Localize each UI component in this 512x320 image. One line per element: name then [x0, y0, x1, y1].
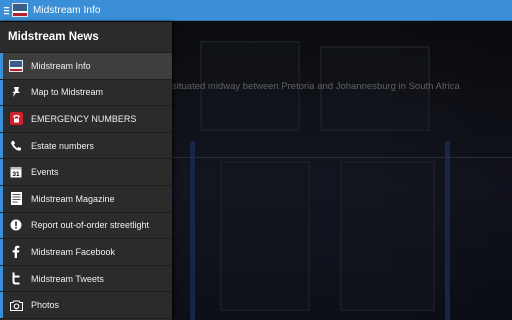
menu-item-label: Midstream Magazine [31, 193, 115, 204]
menu-item-label: Photos [31, 300, 60, 311]
menu-item-label: Midstream Tweets [31, 273, 104, 284]
app-title: Midstream Info [33, 4, 101, 16]
app-logo-icon[interactable] [12, 3, 28, 17]
menu-item-magazine[interactable]: Midstream Magazine [0, 185, 172, 213]
camera-icon [9, 298, 23, 312]
phone-handset-icon [9, 139, 23, 153]
menu-item-label: Report out-of-order streetlight [31, 220, 150, 231]
calendar-icon: 31 [9, 165, 23, 179]
menu-item-events[interactable]: 31 Events [0, 159, 172, 186]
menu-item-midstream-info[interactable]: Midstream Info [0, 53, 172, 80]
menu-item-label: EMERGENCY NUMBERS [31, 113, 137, 124]
warning-icon [9, 218, 23, 232]
menu-item-map[interactable]: Map to Midstream [0, 79, 172, 107]
emergency-phone-icon [9, 112, 23, 126]
drawer-toggle-icon[interactable] [1, 0, 11, 21]
drawer-menu: Midstream Info Map to Midstream EMERGENC… [0, 53, 172, 319]
background-photo [140, 21, 512, 320]
navigation-drawer: Midstream News Midstream Info Map to Mid… [0, 22, 172, 320]
twitter-icon [9, 272, 23, 286]
menu-item-label: Midstream Info [31, 60, 91, 71]
map-pin-icon [9, 85, 23, 99]
menu-item-facebook[interactable]: Midstream Facebook [0, 239, 172, 266]
action-bar: Midstream Info [0, 0, 512, 21]
content-description: situated midway between Pretoria and Joh… [172, 81, 460, 92]
menu-item-label: Events [31, 167, 59, 178]
menu-item-label: Midstream Facebook [31, 246, 116, 257]
content-divider [172, 157, 512, 158]
menu-item-estate-numbers[interactable]: Estate numbers [0, 132, 172, 160]
drawer-header: Midstream News [0, 22, 172, 53]
magazine-icon [9, 192, 23, 206]
facebook-icon [9, 245, 23, 259]
midstream-logo-icon [9, 59, 23, 73]
menu-item-label: Estate numbers [31, 140, 95, 151]
menu-item-emergency[interactable]: EMERGENCY NUMBERS [0, 106, 172, 133]
menu-item-photos[interactable]: Photos [0, 292, 172, 319]
svg-text:31: 31 [12, 171, 20, 178]
menu-item-tweets[interactable]: Midstream Tweets [0, 265, 172, 293]
menu-item-report-streetlight[interactable]: Report out-of-order streetlight [0, 212, 172, 240]
menu-item-label: Map to Midstream [31, 87, 104, 98]
